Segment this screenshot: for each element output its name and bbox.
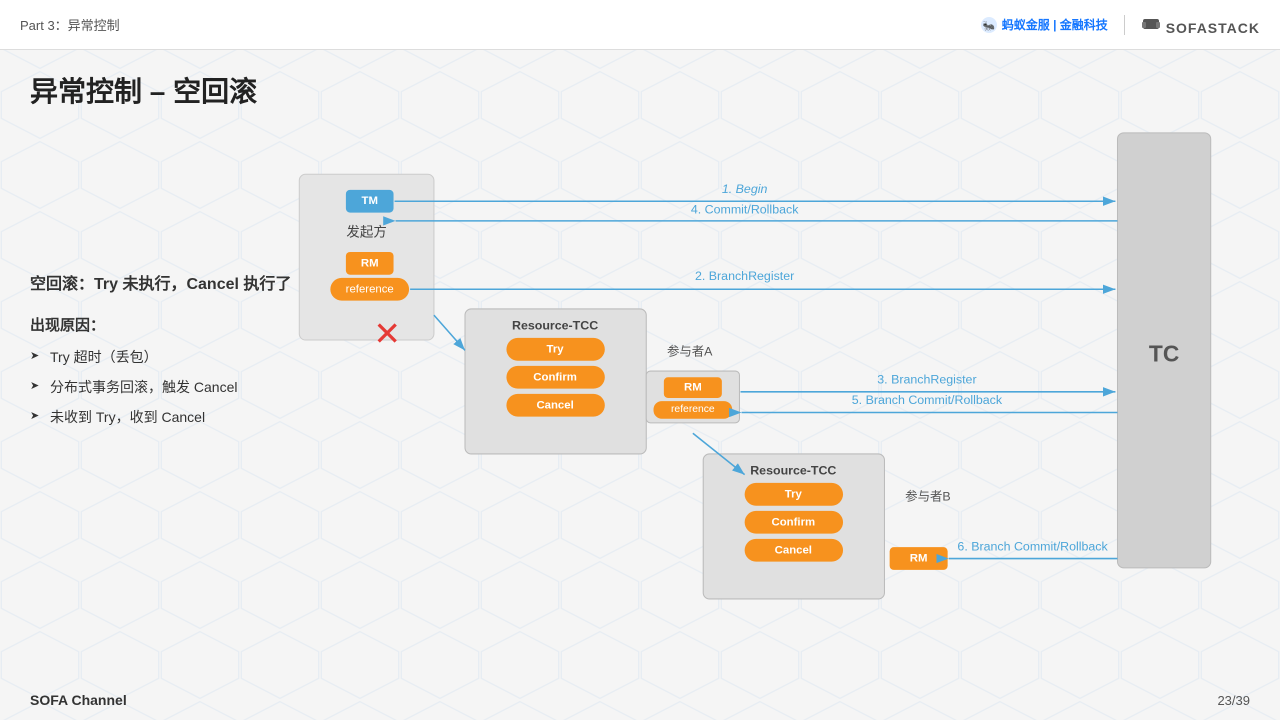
resource-tcc-b-label: Resource-TCC (750, 464, 836, 478)
diagram-svg: TC TM 发起方 RM reference ✕ 1. Begin 4. Com… (280, 50, 1230, 630)
arrow-branch-reg-2-label: 3. BranchRegister (877, 373, 976, 387)
arrow-begin-label: 1. Begin (722, 182, 768, 196)
main-content: 异常控制 – 空回滚 空回滚：Try 未执行，Cancel 执行了 出现原因： … (0, 50, 1280, 720)
confirm-label-a: Confirm (533, 371, 577, 383)
cancel-label-a: Cancel (536, 399, 573, 411)
x-mark: ✕ (373, 316, 401, 353)
try-label-a: Try (547, 343, 565, 355)
arrow-branch-commit-a-label: 5. Branch Commit/Rollback (852, 393, 1003, 407)
sofa-icon (1141, 13, 1161, 33)
top-bar-title: Part 3：异常控制 (20, 15, 120, 34)
rm-a-label: RM (684, 382, 702, 394)
participant-a-label: 参与者A (667, 344, 713, 359)
svg-text:🐜: 🐜 (983, 20, 995, 32)
cancel-label-b: Cancel (775, 544, 812, 556)
reference-label-initiator: reference (346, 283, 394, 295)
arrow-branch-commit-b-label: 6. Branch Commit/Rollback (957, 539, 1108, 553)
ant-icon: 🐜 (980, 16, 998, 34)
arrow-commit-label: 4. Commit/Rollback (691, 203, 799, 217)
resource-tcc-a-label: Resource-TCC (512, 319, 598, 333)
top-bar: Part 3：异常控制 🐜 蚂蚁金服 | 金融科技 SOFASTACK (0, 0, 1280, 50)
page-number: 23/39 (1217, 693, 1250, 708)
rm-label-initiator: RM (361, 257, 379, 269)
logo-sofa: SOFASTACK (1141, 13, 1260, 36)
participant-b-label: 参与者B (905, 489, 951, 504)
rm-b-label: RM (910, 553, 928, 565)
try-label-b: Try (785, 488, 803, 500)
tm-label: TM (361, 195, 377, 207)
confirm-label-b: Confirm (772, 516, 816, 528)
tc-label: TC (1149, 341, 1179, 367)
logo-divider (1124, 15, 1125, 35)
connector-initiator-a (434, 315, 465, 350)
logo-ant: 🐜 蚂蚁金服 | 金融科技 (980, 16, 1108, 34)
initiator-label: 发起方 (346, 224, 386, 239)
reference-a-label: reference (671, 404, 715, 415)
top-bar-logos: 🐜 蚂蚁金服 | 金融科技 SOFASTACK (980, 13, 1260, 36)
footer: SOFA Channel (30, 692, 127, 708)
arrow-branch-reg-1-label: 2. BranchRegister (695, 269, 794, 283)
